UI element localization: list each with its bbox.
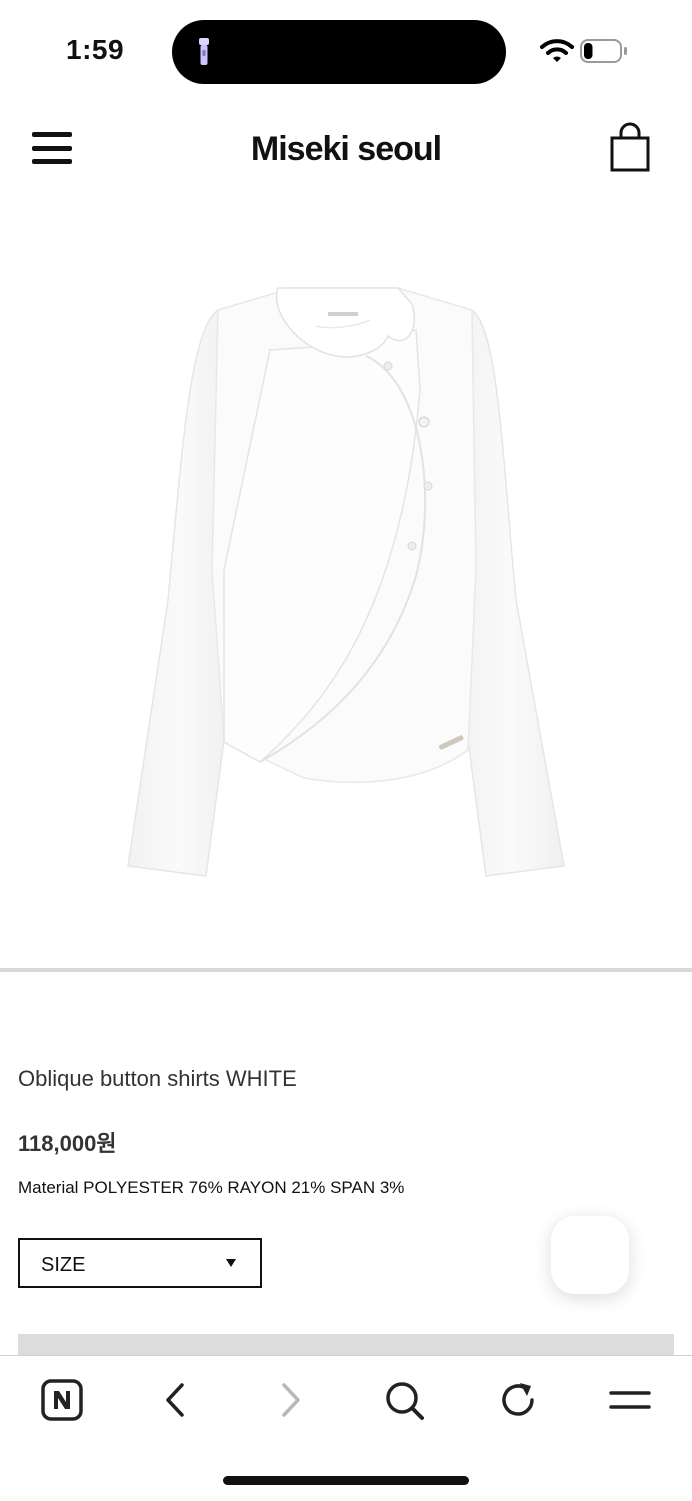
- menu-icon[interactable]: [608, 1378, 652, 1422]
- home-indicator[interactable]: [223, 1476, 469, 1485]
- battery-icon: [580, 39, 627, 63]
- site-header: Miseki seoul: [0, 100, 692, 200]
- product-price: 118,000원: [18, 1131, 117, 1156]
- product-name: Oblique button shirts WHITE: [18, 1066, 297, 1091]
- dynamic-island: [172, 20, 506, 84]
- chat-floating-button[interactable]: [551, 1216, 629, 1294]
- brand-logo[interactable]: Miseki seoul: [0, 130, 692, 169]
- wifi-icon: [540, 39, 574, 62]
- forward-icon[interactable]: [268, 1378, 312, 1422]
- shopping-bag-icon[interactable]: [608, 122, 652, 174]
- image-divider: [0, 968, 692, 972]
- product-material: Material POLYESTER 76% RAYON 21% SPAN 3%: [18, 1178, 405, 1197]
- action-bar[interactable]: [18, 1334, 674, 1356]
- flashlight-icon: [199, 38, 209, 65]
- search-icon[interactable]: [382, 1378, 426, 1422]
- status-time: 1:59: [66, 34, 125, 65]
- size-select-label: SIZE: [41, 1254, 86, 1276]
- status-bar: 1:59: [0, 0, 692, 100]
- naver-home-icon[interactable]: [40, 1378, 84, 1422]
- back-icon[interactable]: [154, 1378, 198, 1422]
- product-image[interactable]: [120, 270, 572, 882]
- size-select[interactable]: SIZE: [18, 1238, 262, 1288]
- dropdown-arrow-icon: [226, 1259, 236, 1267]
- reload-icon[interactable]: [496, 1378, 540, 1422]
